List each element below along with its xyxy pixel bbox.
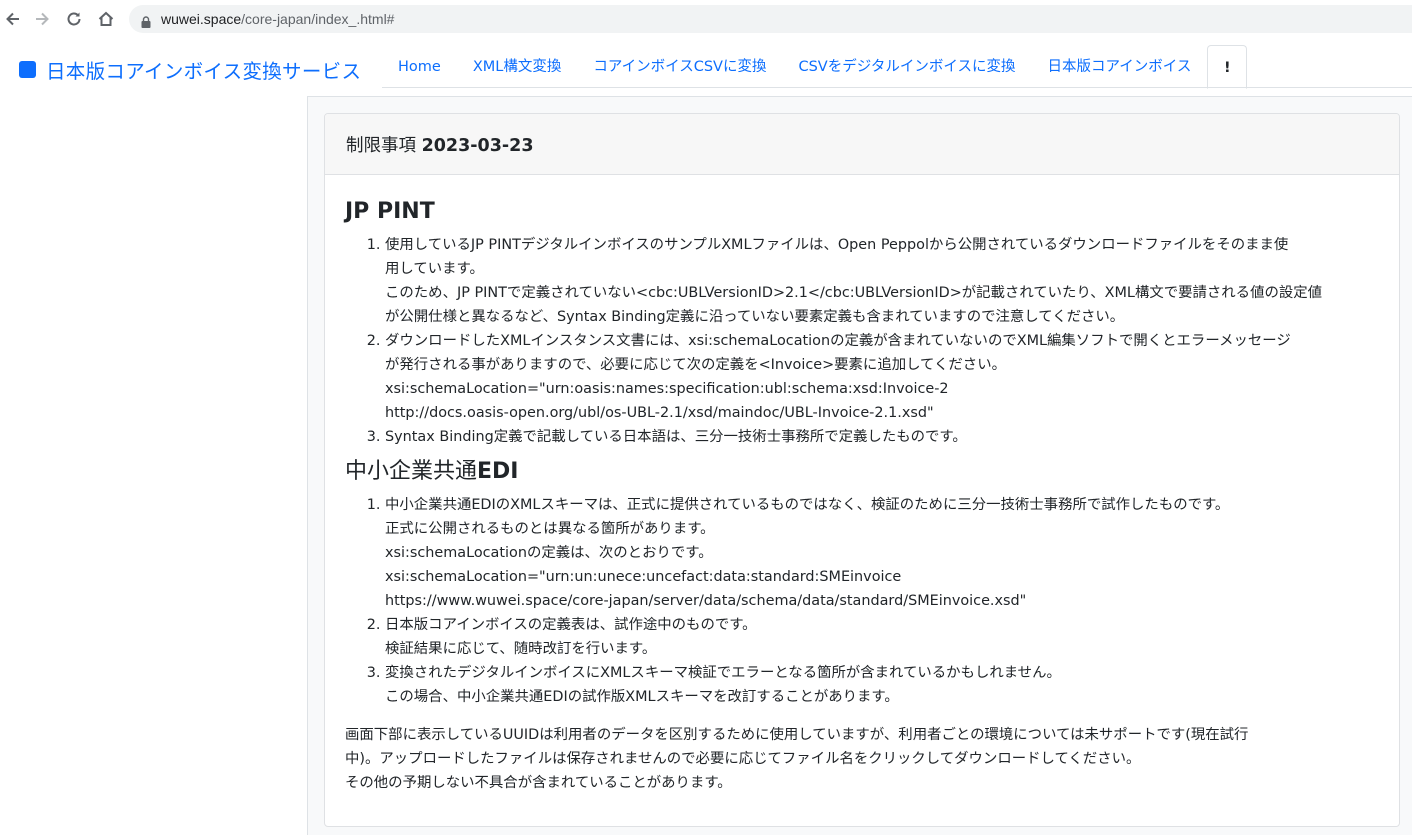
home-icon[interactable]	[95, 8, 117, 30]
tab-core-invoice-csv[interactable]: コアインボイスCSVに変換	[577, 45, 782, 89]
list-item: Syntax Binding定義で記載している日本語は、三分一技術士事務所で定義…	[385, 425, 1379, 449]
list-item: 使用しているJP PINTデジタルインボイスのサンプルXMLファイルは、Open…	[385, 233, 1379, 329]
card-title-label: 制限事項	[346, 135, 422, 156]
brand-logo-square	[19, 61, 36, 78]
jp-pint-list: 使用しているJP PINTデジタルインボイスのサンプルXMLファイルは、Open…	[345, 233, 1379, 449]
footer-note: 画面下部に表示しているUUIDは利用者のデータを区別するために使用していますが、…	[345, 727, 1249, 791]
back-arrow-icon[interactable]	[2, 8, 24, 30]
section-heading-jp-pint: JP PINT	[345, 199, 435, 224]
list-item: ダウンロードしたXMLインスタンス文書には、xsi:schemaLocation…	[385, 329, 1379, 425]
nav-tabs: Home XML構文変換 コアインボイスCSVに変換 CSVをデジタルインボイス…	[382, 45, 1248, 89]
sme-edi-list: 中小企業共通EDIのXMLスキーマは、正式に提供されているものではなく、検証のた…	[345, 493, 1379, 709]
card-header: 制限事項 2023-03-23	[325, 114, 1399, 175]
tab-japan-core-invoice[interactable]: 日本版コアインボイス	[1031, 45, 1207, 89]
list-item: 変換されたデジタルインボイスにXMLスキーマ検証でエラーとなる箇所が含まれている…	[385, 661, 1379, 709]
forward-arrow-icon[interactable]	[31, 8, 53, 30]
browser-toolbar: wuwei.space/core-japan/index_.html#	[0, 0, 1412, 37]
list-item: 日本版コアインボイスの定義表は、試作途中のものです。 検証結果に応じて、随時改訂…	[385, 613, 1379, 661]
url-text: wuwei.space/core-japan/index_.html#	[161, 11, 394, 27]
card-title: 制限事項 2023-03-23	[346, 132, 534, 157]
lock-icon[interactable]	[141, 13, 151, 28]
brand-title: 日本版コアインボイス変換サービス	[46, 60, 362, 83]
restrictions-card: 制限事項 2023-03-23 JP PINT 使用しているJP PINTデジタ…	[324, 113, 1400, 827]
url-path: /core-japan/index_.html#	[241, 11, 395, 27]
tab-home[interactable]: Home	[382, 45, 457, 89]
url-host: wuwei.space	[161, 11, 242, 27]
address-bar[interactable]: wuwei.space/core-japan/index_.html#	[129, 5, 1412, 33]
tabs-divider	[382, 87, 1412, 88]
list-item: 中小企業共通EDIのXMLスキーマは、正式に提供されているものではなく、検証のた…	[385, 493, 1379, 613]
tab-csv-to-digital-invoice[interactable]: CSVをデジタルインボイスに変換	[782, 45, 1031, 89]
reload-icon[interactable]	[63, 8, 85, 30]
brand[interactable]: 日本版コアインボイス変換サービス	[19, 55, 361, 84]
card-body: JP PINT 使用しているJP PINTデジタルインボイスのサンプルXMLファ…	[325, 175, 1399, 795]
app-header: 日本版コアインボイス変換サービス Home XML構文変換 コアインボイスCSV…	[0, 37, 1412, 89]
card-title-date: 2023-03-23	[421, 135, 534, 156]
tab-xml-syntax-convert[interactable]: XML構文変換	[457, 45, 578, 89]
tab-notice[interactable]: !	[1207, 45, 1248, 89]
section-heading-sme-edi: 中小企業共通EDI	[345, 459, 519, 484]
